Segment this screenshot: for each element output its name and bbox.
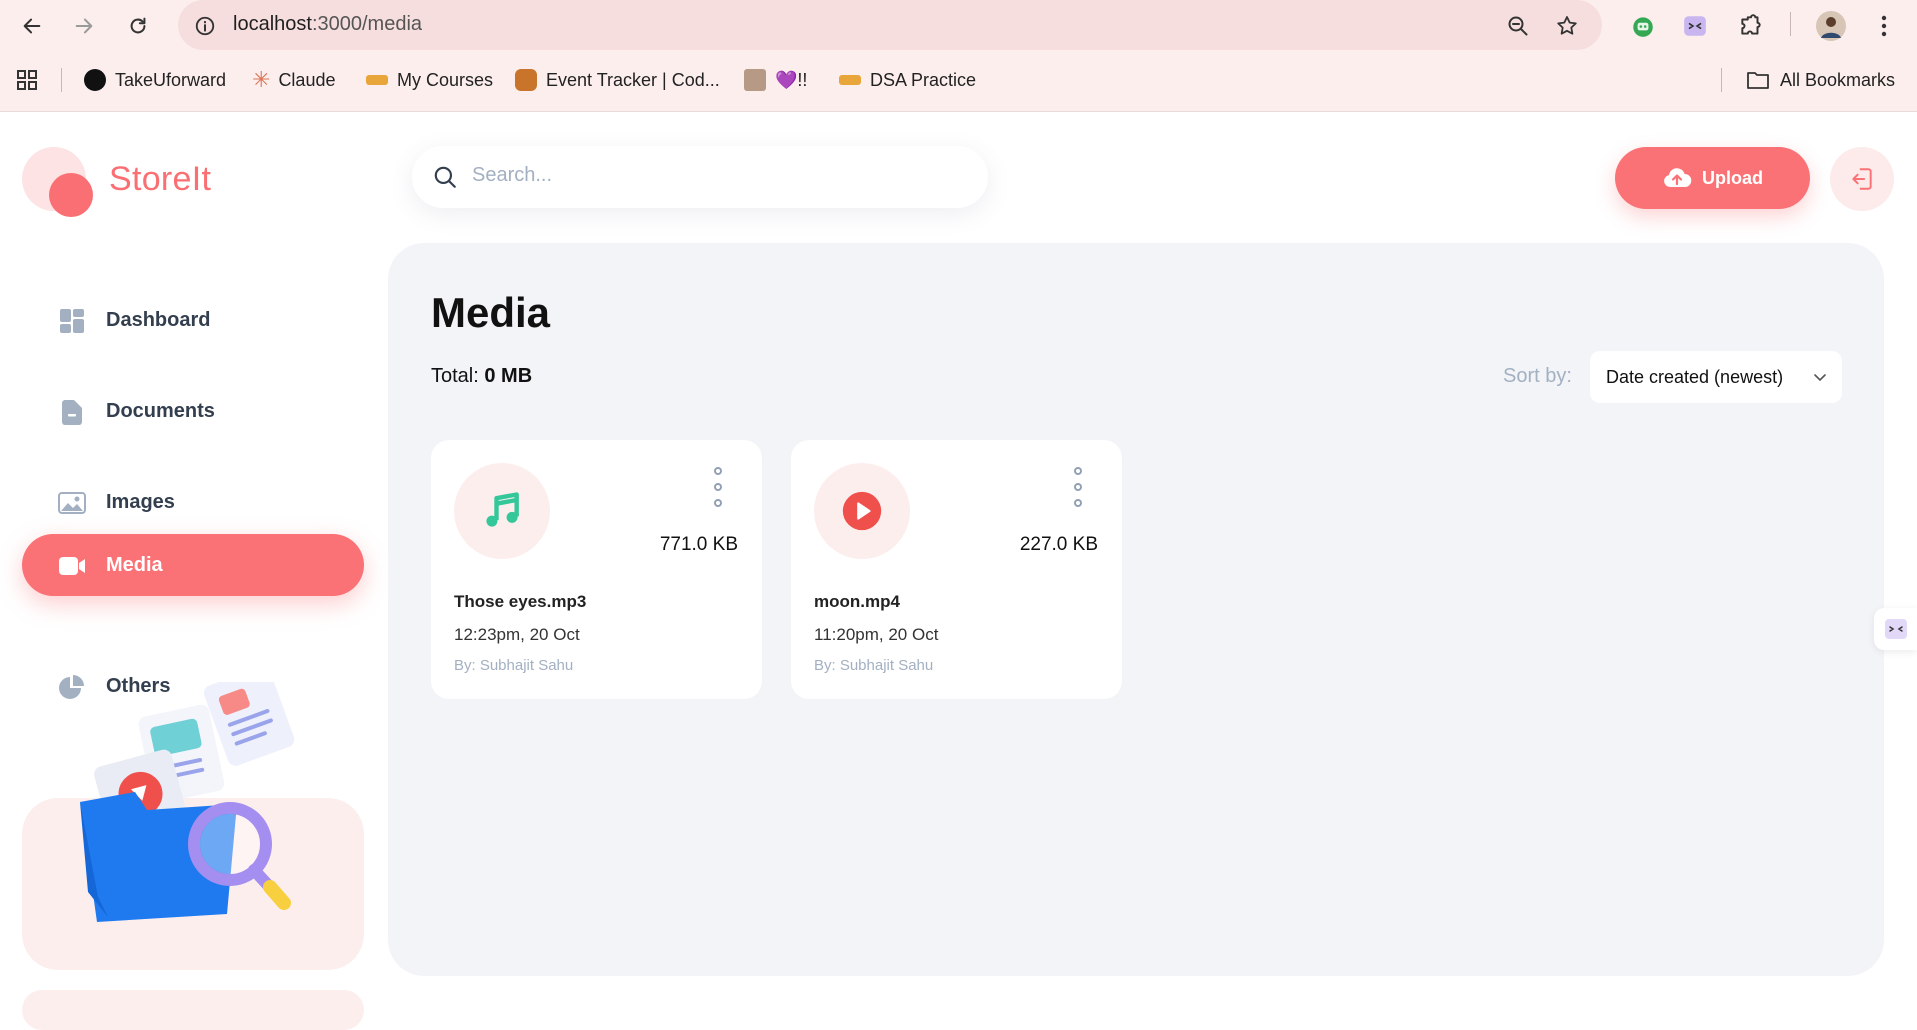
cloud-upload-icon — [1664, 168, 1692, 187]
sidebar-item-label: Dashboard — [106, 309, 211, 331]
file-thumbnail — [454, 463, 550, 559]
sidebar-item-label: Documents — [106, 400, 215, 422]
file-name[interactable]: Those eyes.mp3 — [454, 592, 586, 612]
file-thumbnail — [814, 463, 910, 559]
file-card[interactable]: 227.0 KB moon.mp4 11:20pm, 20 Oct By: Su… — [791, 440, 1122, 699]
search-bar[interactable] — [412, 146, 988, 208]
logout-button[interactable] — [1830, 147, 1894, 211]
site-info-icon[interactable] — [192, 13, 218, 39]
url-path: :3000/media — [311, 13, 423, 35]
file-actions-menu-icon[interactable] — [711, 467, 725, 507]
upload-button[interactable]: Upload — [1615, 147, 1810, 209]
file-name[interactable]: moon.mp4 — [814, 592, 900, 612]
bookmark-label: My Courses — [397, 69, 494, 90]
dashboard-icon — [60, 309, 84, 333]
logout-icon — [1852, 168, 1872, 190]
extensions-puzzle-icon[interactable] — [1733, 8, 1769, 44]
sidebar-item-documents[interactable]: Documents — [22, 380, 364, 442]
bookmarks-divider — [61, 68, 62, 92]
total-label: Total: — [431, 365, 479, 387]
files-folder-illustration-icon — [80, 682, 295, 922]
all-bookmarks[interactable]: All Bookmarks — [1746, 67, 1895, 93]
page-title: Media — [431, 289, 551, 336]
total-size: Total: 0 MB — [431, 365, 532, 388]
extension-robot-icon[interactable] — [1625, 8, 1661, 44]
browser-menu-icon[interactable] — [1866, 8, 1902, 44]
file-actions-menu-icon[interactable] — [1071, 467, 1085, 507]
bookmark-star-icon[interactable] — [1554, 13, 1580, 39]
bookmark-label: Claude — [278, 69, 336, 90]
back-icon[interactable] — [14, 8, 50, 44]
reload-icon[interactable] — [120, 8, 156, 44]
bookmarks-divider — [1721, 68, 1722, 92]
extension-face-icon[interactable] — [1677, 8, 1713, 44]
bookmark-label: 💜!! — [775, 69, 808, 90]
toolbar-divider — [1790, 12, 1791, 36]
file-owner: By: Subhajit Sahu — [454, 657, 574, 674]
zoom-icon[interactable] — [1505, 13, 1531, 39]
chevron-down-icon — [1814, 374, 1826, 382]
sort-select[interactable]: Date created (newest) — [1590, 351, 1842, 403]
bookmarks-bar: TakeUforward ✳ Claude My Courses Event Tr… — [0, 60, 1917, 100]
bookmark-takeuforward[interactable]: TakeUforward — [84, 67, 226, 93]
sidebar-profile-card[interactable] — [22, 990, 364, 1030]
url-text: localhost:3000/media — [233, 13, 422, 36]
extension-face-icon — [1884, 619, 1907, 639]
takeuforward-favicon-icon — [84, 69, 106, 91]
file-date: 12:23pm, 20 Oct — [454, 625, 580, 644]
file-date: 11:20pm, 20 Oct — [814, 625, 939, 644]
sidebar-item-label: Images — [106, 491, 175, 513]
play-icon — [842, 491, 882, 531]
profile-avatar-icon[interactable] — [1813, 8, 1849, 44]
search-input[interactable] — [472, 164, 952, 187]
upload-label: Upload — [1702, 167, 1763, 188]
url-host: localhost — [233, 13, 312, 35]
side-extension-tab[interactable] — [1874, 608, 1917, 650]
event-tracker-favicon-icon — [515, 69, 537, 91]
sort-label: Sort by: — [1503, 365, 1572, 387]
folder-icon — [1747, 72, 1769, 89]
bookmark-event-tracker[interactable]: Event Tracker | Cod... — [515, 67, 720, 93]
bookmark-label: DSA Practice — [870, 69, 977, 90]
file-owner: By: Subhajit Sahu — [814, 657, 934, 674]
storeit-app: StoreIt Dashboard Documents Images Media… — [0, 112, 1917, 1030]
hearts-favicon-icon — [744, 69, 766, 91]
forward-icon[interactable] — [66, 8, 102, 44]
logo-mark[interactable] — [22, 147, 102, 217]
file-size: 227.0 KB — [1019, 534, 1098, 555]
bookmark-label: Event Tracker | Cod... — [546, 69, 720, 90]
media-icon — [59, 557, 85, 575]
sidebar-item-dashboard[interactable]: Dashboard — [22, 289, 364, 351]
bookmark-hearts[interactable]: 💜!! — [744, 67, 807, 93]
file-card[interactable]: 771.0 KB Those eyes.mp3 12:23pm, 20 Oct … — [431, 440, 762, 699]
address-bar[interactable]: localhost:3000/media — [178, 0, 1602, 50]
apps-grid-icon[interactable] — [16, 67, 38, 93]
claude-favicon-icon: ✳ — [252, 67, 271, 92]
bookmark-dsa-practice[interactable]: DSA Practice — [839, 67, 976, 93]
bookmark-label: TakeUforward — [115, 69, 227, 90]
file-size: 771.0 KB — [659, 534, 738, 555]
main-content: Media Total: 0 MB Sort by: Date created … — [388, 243, 1884, 976]
sidebar-item-label: Media — [106, 554, 163, 576]
browser-chrome: localhost:3000/media TakeUforward ✳ Claud… — [0, 0, 1917, 112]
all-bookmarks-label: All Bookmarks — [1780, 69, 1896, 90]
documents-icon — [62, 400, 82, 425]
courses-favicon-icon — [366, 75, 388, 85]
bookmark-claude[interactable]: ✳ Claude — [252, 67, 335, 93]
sort-selected-value: Date created (newest) — [1606, 366, 1784, 387]
sidebar-item-images[interactable]: Images — [22, 471, 364, 533]
images-icon — [58, 492, 86, 514]
total-value: 0 MB — [484, 365, 533, 387]
sidebar-item-media[interactable]: Media — [22, 534, 364, 596]
bookmark-my-courses[interactable]: My Courses — [366, 67, 493, 93]
logo-text[interactable]: StoreIt — [109, 160, 211, 199]
search-icon — [434, 166, 456, 188]
dsa-favicon-icon — [839, 75, 861, 85]
music-note-icon — [486, 492, 519, 527]
